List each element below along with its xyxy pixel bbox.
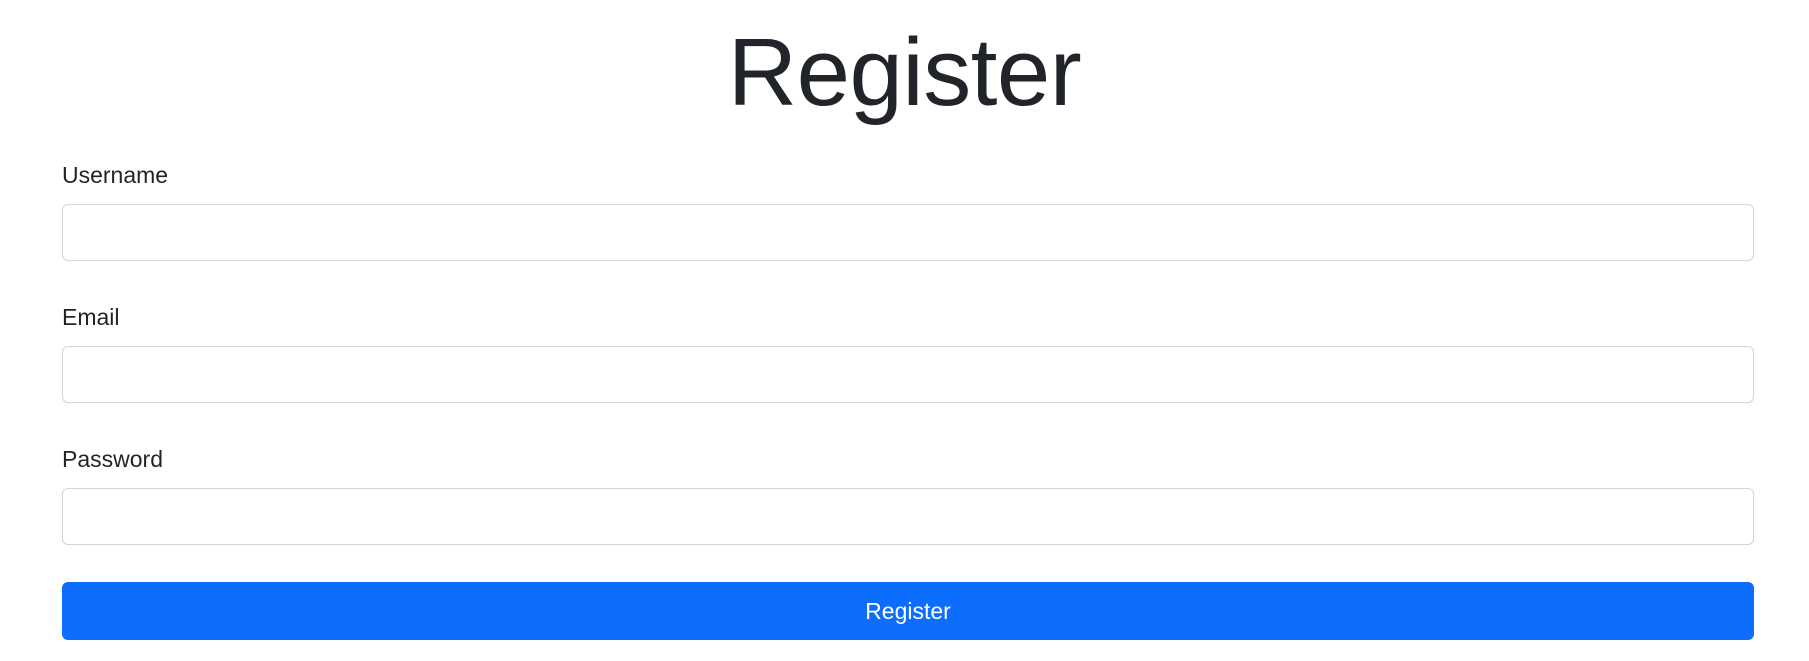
username-label: Username: [62, 162, 169, 188]
email-label: Email: [62, 304, 120, 330]
password-input[interactable]: [62, 488, 1754, 545]
register-button[interactable]: Register: [62, 582, 1754, 640]
page-title: Register: [727, 19, 1082, 126]
email-input[interactable]: [62, 346, 1754, 403]
username-input[interactable]: [62, 204, 1754, 261]
password-label: Password: [62, 446, 163, 472]
